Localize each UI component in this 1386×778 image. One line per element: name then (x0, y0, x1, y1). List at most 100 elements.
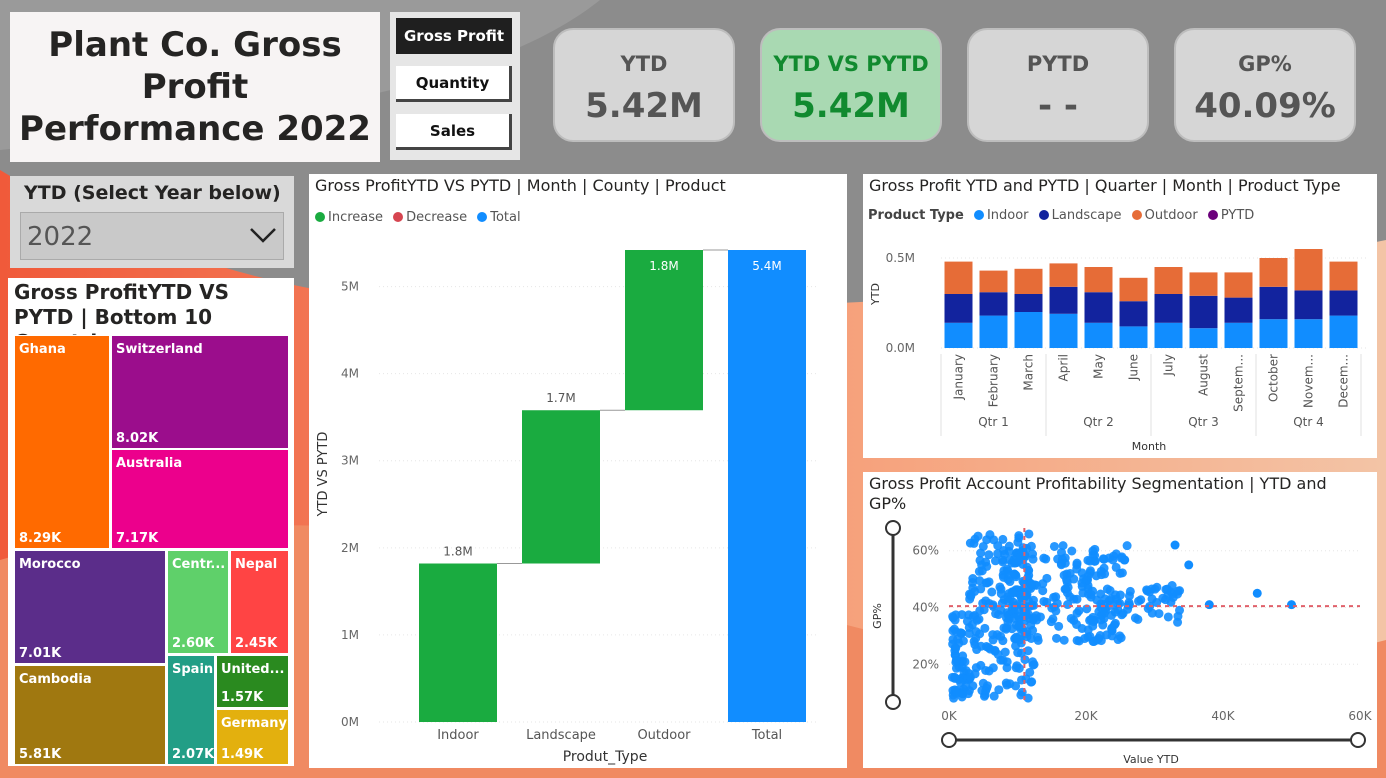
kpi-label: YTD VS PYTD (773, 52, 929, 76)
scatter-point (1107, 623, 1117, 633)
scatter-point (1116, 633, 1126, 643)
scatter-point (1115, 568, 1125, 578)
treemap-tile-morocco[interactable]: Morocco 7.01K (14, 550, 166, 664)
treemap-tile-centr[interactable]: Centr... 2.60K (167, 550, 229, 654)
stacked-column-chart: Gross Profit YTD and PYTD | Quarter | Mo… (863, 174, 1377, 458)
scatter-point (1287, 600, 1296, 610)
scatter-point (1204, 600, 1214, 610)
bar-indoor-0 (944, 322, 973, 348)
y-tick-label: 40% (912, 600, 939, 614)
scatter-point (972, 615, 982, 625)
scatter-point (1054, 621, 1064, 631)
year-slicer: YTD (Select Year below) 2022 (10, 176, 294, 268)
scatter-point (1124, 591, 1134, 601)
scatter-point (1072, 594, 1082, 604)
gross-profit-button[interactable]: Gross Profit (396, 18, 512, 54)
kpi-card-gp-percent: GP% 40.09% (1174, 28, 1356, 142)
scatter-point (947, 672, 957, 682)
y-axis-title: YTD VS PYTD (316, 432, 331, 518)
x-tick-label: 40K (1211, 709, 1235, 723)
scatter-point (1170, 540, 1180, 550)
y-zoom-handle-top[interactable] (885, 520, 901, 536)
scatter-point (1072, 558, 1082, 568)
bar-outdoor-8 (1224, 272, 1253, 298)
scatter-point (1041, 554, 1051, 564)
treemap-tile-cambodia[interactable]: Cambodia 5.81K (14, 665, 166, 765)
tile-value: 7.01K (19, 646, 62, 661)
scatter-point (1026, 579, 1036, 589)
bar-outdoor-7 (1189, 272, 1218, 296)
kpi-card-ytd-vs-pytd: YTD VS PYTD 5.42M (760, 28, 942, 142)
y-zoom-handle-bottom[interactable] (885, 694, 901, 710)
treemap-tile-nepal[interactable]: Nepal 2.45K (230, 550, 289, 654)
scatter-point (1167, 580, 1177, 590)
kpi-value: - - (1037, 86, 1079, 126)
x-zoom-handle-right[interactable] (1350, 732, 1366, 748)
stacked-plot: 0.0M 0.5M YTD January February March April May J… (869, 249, 1368, 453)
treemap-tile-australia[interactable]: Australia 7.17K (111, 449, 289, 549)
treemap-tile-spain[interactable]: Spain 2.07K (167, 655, 215, 765)
treemap-tile-germany[interactable]: Germany 1.49K (216, 709, 289, 765)
tile-label: Germany (221, 716, 287, 731)
scatter-point (1067, 546, 1077, 556)
scatter-point (1252, 588, 1262, 598)
x-tick-label: Decem... (1337, 354, 1351, 408)
x-axis-title: Value YTD (1123, 753, 1179, 766)
waterfall-bar-outdoor (625, 250, 703, 411)
scatter-point (1184, 560, 1194, 570)
sales-button[interactable]: Sales (396, 114, 512, 150)
scatter-point (952, 688, 962, 698)
bar-outdoor-9 (1259, 258, 1288, 287)
tile-label: United... (221, 662, 285, 677)
scatter-point (971, 663, 981, 673)
scatter-point (1096, 570, 1106, 580)
treemap-tile-ghana[interactable]: Ghana 8.29K (14, 335, 110, 549)
waterfall-bar-indoor (419, 563, 497, 722)
bar-outdoor-4 (1084, 267, 1113, 293)
bar-outdoor-0 (944, 261, 973, 294)
scatter-point (1002, 663, 1012, 673)
scatter-point (990, 646, 1000, 656)
quantity-button[interactable]: Quantity (396, 66, 512, 102)
scatter-point (1088, 586, 1098, 596)
scatter-point (998, 557, 1008, 567)
bar-indoor-10 (1294, 319, 1323, 348)
scatter-point (999, 623, 1009, 633)
scatter-point (965, 538, 975, 548)
x-tick-label: 60K (1348, 709, 1372, 723)
kpi-card-pytd: PYTD - - (967, 28, 1149, 142)
scatter-point (1136, 595, 1146, 605)
kpi-label: YTD (620, 52, 668, 76)
y-tick-label: 1M (341, 628, 359, 642)
scatter-point (1065, 568, 1075, 578)
quarter-label: Qtr 3 (1188, 415, 1219, 429)
bar-indoor-11 (1329, 315, 1358, 348)
scatter-point (989, 691, 999, 701)
tile-value: 2.45K (235, 636, 278, 651)
scatter-point (1028, 554, 1038, 564)
bar-outdoor-5 (1119, 277, 1148, 302)
treemap-tile-united[interactable]: United... 1.57K (216, 655, 289, 708)
data-label: 1.8M (443, 545, 472, 559)
x-tick-label: 20K (1074, 709, 1098, 723)
y-tick-label: 60% (912, 544, 939, 558)
treemap-tile-switzerland[interactable]: Switzerland 8.02K (111, 335, 289, 449)
bar-indoor-7 (1189, 328, 1218, 348)
x-tick-label: April (1057, 354, 1071, 381)
x-zoom-handle-left[interactable] (941, 732, 957, 748)
tile-value: 1.57K (221, 690, 264, 705)
y-tick-label: 3M (341, 454, 359, 468)
y-tick-label: 20% (912, 657, 939, 671)
tile-label: Morocco (19, 557, 81, 572)
year-dropdown[interactable]: 2022 (20, 212, 284, 260)
scatter-point (1051, 592, 1061, 602)
y-tick-label: 2M (341, 541, 359, 555)
scatter-point (1027, 677, 1037, 687)
data-label: 1.7M (546, 391, 575, 405)
data-label: 5.4M (752, 259, 781, 273)
scatter-point (1072, 608, 1082, 618)
x-tick-label: Indoor (437, 728, 479, 743)
kpi-label: GP% (1238, 52, 1292, 76)
scatter-point (981, 557, 991, 567)
scatter-point (1052, 633, 1062, 643)
